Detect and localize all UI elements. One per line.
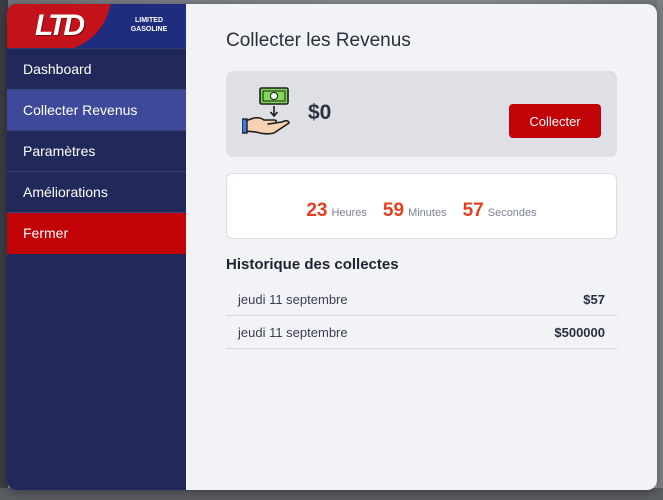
revenue-amount: $0 bbox=[308, 101, 332, 124]
history-date: jeudi 11 septembre bbox=[238, 291, 348, 307]
brand-subtitle-line1: LIMITED bbox=[135, 17, 163, 24]
timer-hours-label: Heures bbox=[331, 207, 367, 219]
sidebar-item-parametres[interactable]: Paramètres bbox=[7, 131, 186, 172]
history-list: jeudi 11 septembre $57 jeudi 11 septembr… bbox=[226, 283, 617, 349]
logo-text: LTD bbox=[35, 9, 85, 42]
sidebar: LTD LIMITED GASOLINE Dashboard Collecter… bbox=[7, 4, 186, 490]
sidebar-item-ameliorations[interactable]: Améliorations bbox=[7, 172, 186, 213]
timer-seconds-value: 57 bbox=[462, 200, 484, 221]
timer-seconds-label: Secondes bbox=[487, 207, 537, 219]
sidebar-item-dashboard[interactable]: Dashboard bbox=[7, 49, 186, 90]
sidebar-nav: Dashboard Collecter Revenus Paramètres A… bbox=[7, 49, 186, 254]
timer-minutes: 59 Minutes bbox=[383, 200, 447, 222]
timer-hours: 23 Heures bbox=[306, 200, 367, 222]
revenue-card: $0 Collecter bbox=[226, 71, 617, 157]
sidebar-item-collecter-revenus[interactable]: Collecter Revenus bbox=[7, 90, 186, 131]
history-amount: $500000 bbox=[554, 324, 605, 340]
app-window: LTD LIMITED GASOLINE Dashboard Collecter… bbox=[7, 4, 657, 490]
history-title: Historique des collectes bbox=[226, 256, 399, 273]
sidebar-item-fermer[interactable]: Fermer bbox=[7, 213, 186, 254]
history-row: jeudi 11 septembre $57 bbox=[226, 283, 617, 316]
brand-subtitle: LIMITED GASOLINE bbox=[119, 16, 179, 34]
collect-button[interactable]: Collecter bbox=[509, 104, 601, 138]
timer-minutes-value: 59 bbox=[382, 200, 405, 221]
page-title: Collecter les Revenus bbox=[226, 30, 411, 51]
timer-hours-value: 23 bbox=[306, 200, 328, 221]
money-hand-icon bbox=[242, 87, 290, 135]
brand-header: LTD LIMITED GASOLINE bbox=[7, 4, 186, 49]
background-right-strip bbox=[657, 0, 663, 500]
history-date: jeudi 11 septembre bbox=[238, 324, 348, 340]
countdown-timer: 23 Heures 59 Minutes 57 Secondes bbox=[226, 173, 617, 239]
timer-minutes-label: Minutes bbox=[408, 207, 447, 219]
timer-seconds: 57 Secondes bbox=[463, 200, 537, 222]
history-row: jeudi 11 septembre $500000 bbox=[226, 316, 617, 349]
main-content: Collecter les Revenus $0 Collecter 23 He… bbox=[186, 4, 657, 490]
brand-subtitle-line2: GASOLINE bbox=[130, 26, 168, 33]
history-amount: $57 bbox=[583, 291, 605, 307]
